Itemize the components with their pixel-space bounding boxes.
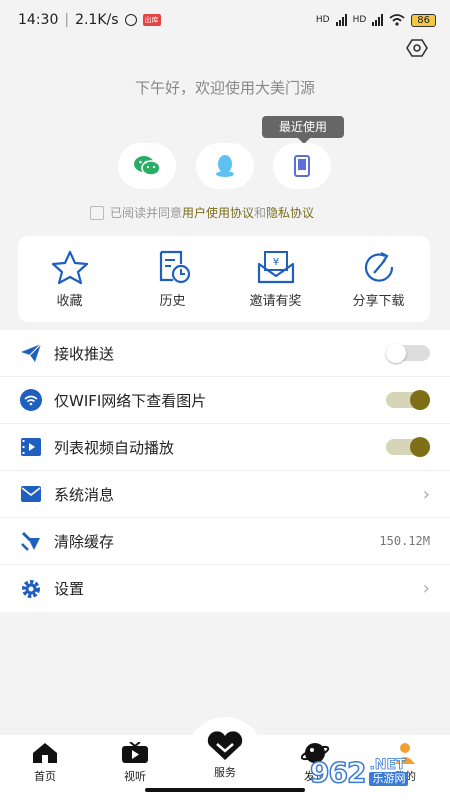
watermark-site: 乐游网 <box>369 772 409 786</box>
agreement-checkbox[interactable] <box>90 205 104 220</box>
phone-login-button[interactable] <box>273 143 331 189</box>
quick-action-history[interactable]: 历史 <box>121 236 224 322</box>
broom-icon <box>20 530 42 552</box>
gear-icon <box>20 578 42 600</box>
qq-login-button[interactable] <box>196 143 254 189</box>
setting-autoplay-video[interactable]: 列表视频自动播放 <box>0 424 450 471</box>
quick-action-label: 收藏 <box>56 294 83 309</box>
agreement-prefix: 已阅读并同意 <box>110 206 183 220</box>
quick-actions-card: 收藏 历史 ¥ 邀请有奖 分享下载 <box>18 236 430 322</box>
push-toggle[interactable] <box>386 343 430 363</box>
quick-action-share[interactable]: 分享下载 <box>327 236 430 322</box>
tab-label: 视听 <box>124 770 146 783</box>
invite-reward-icon: ¥ <box>257 251 294 284</box>
autoplay-toggle[interactable] <box>386 437 430 457</box>
watermark-number: 962 <box>309 755 367 790</box>
setting-wifi-only-images[interactable]: 仅WIFI网络下查看图片 <box>0 377 450 424</box>
status-time: 14:30 <box>18 12 59 28</box>
tv-icon <box>120 741 150 765</box>
mail-icon <box>20 483 42 505</box>
alarm-icon <box>124 14 137 26</box>
tab-home[interactable]: 首页 <box>0 735 90 800</box>
recent-used-tooltip: 最近使用 <box>262 116 344 144</box>
setting-settings[interactable]: 设置 › <box>0 565 450 612</box>
hd-label-2: HD <box>352 15 367 25</box>
setting-push-notifications[interactable]: 接收推送 <box>0 330 450 377</box>
settings-list: 接收推送 仅WIFI网络下查看图片 列表视频自动播放 系统消息 › 清除缓存 1… <box>0 330 450 612</box>
battery-icon: 86 <box>411 13 436 27</box>
site-watermark: 962 .NET 乐游网 <box>309 748 450 796</box>
user-terms-link[interactable]: 用户使用协议 <box>182 206 254 220</box>
status-bar: 14:30 | 2.1K/s 出库 HD HD 86 <box>0 0 450 40</box>
notification-badge: 出库 <box>142 14 161 26</box>
star-icon <box>51 250 88 284</box>
hd-label: HD <box>315 15 330 25</box>
setting-label: 清除缓存 <box>54 532 115 551</box>
settings-hexagon-icon[interactable] <box>406 37 428 59</box>
history-icon <box>159 250 190 284</box>
home-icon <box>30 741 60 765</box>
privacy-policy-link[interactable]: 隐私协议 <box>266 206 314 220</box>
quick-action-favorites[interactable]: 收藏 <box>18 236 121 322</box>
chevron-right-icon: › <box>422 578 430 599</box>
cache-size-value: 150.12M <box>379 534 430 548</box>
agreement-row: 已阅读并同意用户使用协议和隐私协议 <box>90 204 314 221</box>
share-icon <box>364 252 393 282</box>
tab-label: 首页 <box>34 770 56 783</box>
wifi-only-toggle[interactable] <box>386 390 430 410</box>
quick-action-label: 邀请有奖 <box>249 294 302 309</box>
home-indicator[interactable] <box>145 788 305 792</box>
greeting-text: 下午好，欢迎使用大美门源 <box>134 79 315 97</box>
quick-action-label: 分享下载 <box>352 294 405 309</box>
setting-label: 系统消息 <box>54 485 115 504</box>
setting-label: 仅WIFI网络下查看图片 <box>54 391 207 410</box>
qq-icon <box>216 155 234 177</box>
signal-icon <box>335 14 347 26</box>
send-icon <box>20 342 42 364</box>
setting-label: 列表视频自动播放 <box>54 438 175 457</box>
agreement-and: 和 <box>254 206 267 220</box>
quick-action-invite[interactable]: ¥ 邀请有奖 <box>224 236 327 322</box>
wifi-status-icon <box>389 14 405 26</box>
setting-clear-cache[interactable]: 清除缓存 150.12M <box>0 518 450 565</box>
setting-label: 接收推送 <box>54 344 115 363</box>
wifi-icon <box>20 389 42 411</box>
chevron-right-icon: › <box>422 483 430 505</box>
wechat-icon <box>134 156 161 176</box>
status-speed: 2.1K/s <box>75 12 119 28</box>
svg-text:¥: ¥ <box>272 257 278 268</box>
tab-label: 服务 <box>214 766 236 779</box>
wechat-login-button[interactable] <box>118 143 176 189</box>
phone-icon <box>294 155 310 177</box>
heart-icon <box>205 731 245 761</box>
setting-label: 设置 <box>54 580 85 598</box>
watermark-suffix: .NET <box>369 757 406 773</box>
quick-action-label: 历史 <box>159 294 186 309</box>
signal-icon-2 <box>372 14 384 26</box>
video-icon <box>20 436 42 458</box>
setting-system-messages[interactable]: 系统消息 › <box>0 471 450 518</box>
